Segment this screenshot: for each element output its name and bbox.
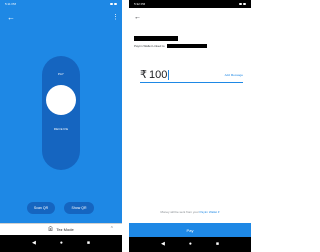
payment-source-link[interactable]: Paytm Wallet (200, 210, 218, 214)
status-time: 5:32 PM (134, 2, 146, 6)
redacted-payee-name (134, 36, 178, 41)
tez-home-screen: 5:11 PM ← ⋮ PAY RECEIVE Scan QR Show QR … (0, 0, 122, 252)
payment-screen: 5:32 PM ← Paytm Wallet Linked to ₹ 100 A… (129, 0, 251, 252)
nav-back-icon[interactable]: ◀ (161, 242, 165, 247)
scan-qr-button[interactable]: Scan QR (27, 202, 55, 214)
nav-back-icon[interactable]: ◀ (32, 241, 36, 246)
currency-symbol: ₹ (140, 68, 147, 81)
chevron-down-icon[interactable]: ▾ (218, 210, 220, 214)
battery-icon (114, 3, 117, 5)
status-time: 5:11 PM (5, 2, 16, 6)
status-bar: 5:32 PM (129, 0, 251, 8)
chevron-up-icon[interactable]: ⌃ (110, 226, 114, 232)
system-nav-bar: ◀ ● ■ (0, 235, 122, 252)
tez-mode-label: Tez Mode (56, 227, 74, 232)
slider-knob[interactable] (46, 85, 76, 115)
status-icons (110, 3, 117, 5)
nav-recents-icon[interactable]: ■ (216, 242, 219, 247)
battery-icon (243, 3, 246, 5)
tez-mode-icon (48, 226, 53, 233)
sent-note-prefix: Money will be sent from your (160, 210, 199, 214)
amount-value[interactable]: 100 (149, 69, 167, 81)
nav-home-icon[interactable]: ● (189, 242, 192, 247)
nav-recents-icon[interactable]: ■ (87, 241, 90, 246)
status-bar: 5:11 PM (0, 0, 122, 8)
status-icons (239, 3, 246, 5)
text-caret (168, 69, 170, 80)
nav-home-icon[interactable]: ● (60, 241, 63, 246)
amount-input[interactable]: ₹ 100 Add Message (140, 67, 243, 83)
payment-source-note: Money will be sent from your Paytm Walle… (129, 210, 251, 214)
pay-receive-slider[interactable]: PAY RECEIVE (42, 56, 80, 170)
add-message-link[interactable]: Add Message (225, 73, 243, 77)
slider-receive-label: RECEIVE (53, 127, 69, 131)
pay-button[interactable]: Pay (129, 223, 251, 237)
slider-pay-label: PAY (57, 72, 65, 76)
signal-icon (110, 3, 113, 5)
show-qr-button[interactable]: Show QR (64, 202, 94, 214)
wallet-linked-row: Paytm Wallet Linked to (134, 44, 207, 48)
more-vert-icon[interactable]: ⋮ (112, 14, 119, 22)
redacted-phone-number (166, 44, 207, 48)
back-arrow-icon[interactable]: ← (7, 14, 15, 22)
wallet-linked-text: Paytm Wallet Linked to (134, 44, 165, 48)
back-arrow-icon[interactable]: ← (134, 14, 141, 21)
signal-icon (239, 3, 242, 5)
system-nav-bar: ◀ ● ■ (129, 237, 251, 252)
tez-mode-bar[interactable]: Tez Mode ⌃ (0, 223, 122, 235)
